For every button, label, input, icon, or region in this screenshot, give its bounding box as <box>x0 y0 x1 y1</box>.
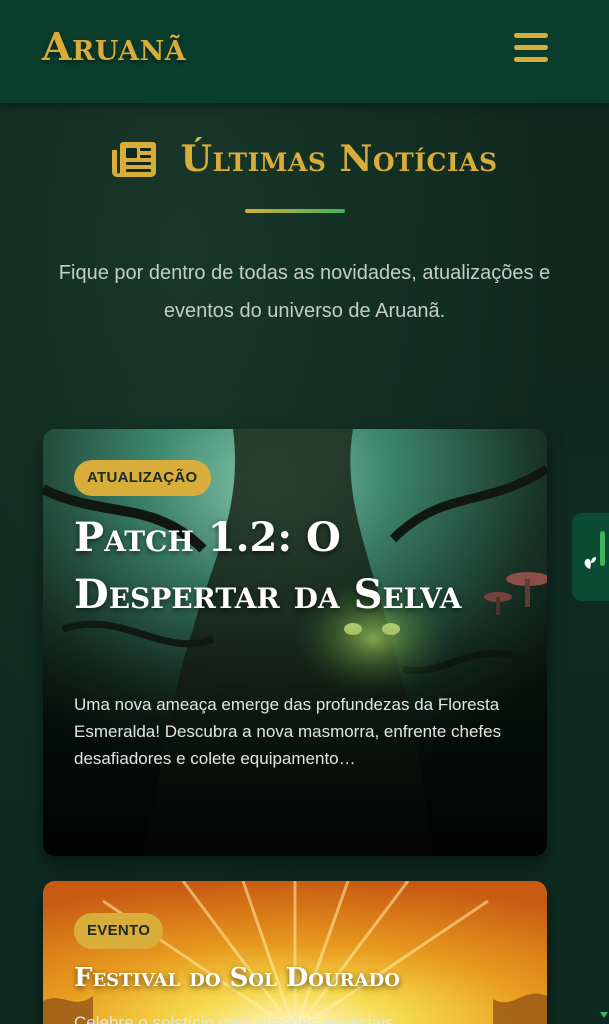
golden-sun-rays-image <box>43 881 547 1024</box>
section-title: Últimas Notícias <box>180 138 498 180</box>
card-title[interactable]: Patch 1.2: O Despertar da Selva <box>74 509 514 623</box>
category-badge: ATUALIZAÇÃO <box>74 460 211 496</box>
scrollbar-thumb[interactable] <box>600 531 605 566</box>
category-badge: EVENTO <box>74 913 164 949</box>
news-card[interactable]: EVENTO Festival do Sol Dourado Celebre o… <box>43 881 547 1024</box>
section-subtitle: Fique por dentro de todas as novidades, … <box>58 262 551 322</box>
section-heading: Últimas Notícias <box>0 138 609 180</box>
scroll-down-arrow-icon[interactable] <box>600 1012 608 1018</box>
newspaper-icon <box>112 142 157 177</box>
card-excerpt: Uma nova ameaça emerge das profundezas d… <box>74 695 502 768</box>
card-title[interactable]: Festival do Sol Dourado <box>74 961 514 995</box>
card-excerpt: Celebre o solstício com missões especiai… <box>74 1013 394 1024</box>
page: Aruanã Últimas Notícias Fique por dentro… <box>0 0 609 1024</box>
leaf-icon <box>584 557 596 569</box>
hamburger-menu-icon[interactable] <box>514 33 548 63</box>
site-logo[interactable]: Aruanã <box>42 24 186 69</box>
news-card[interactable]: ATUALIZAÇÃO Patch 1.2: O Despertar da Se… <box>43 429 547 856</box>
site-header: Aruanã <box>0 0 609 103</box>
title-underline <box>245 209 345 213</box>
